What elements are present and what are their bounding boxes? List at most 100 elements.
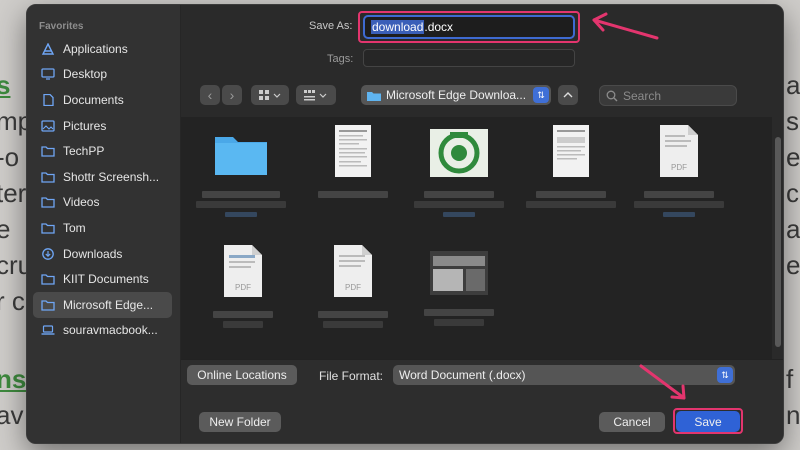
bg-text-fragment: f xyxy=(786,364,794,394)
cancel-button[interactable]: Cancel xyxy=(599,412,665,432)
bg-text-fragment: n xyxy=(786,400,800,430)
folder-icon xyxy=(41,196,55,209)
sidebar-item[interactable]: souravmacbook... xyxy=(33,318,172,344)
search-icon xyxy=(606,90,618,101)
file-item-image[interactable] xyxy=(409,251,509,326)
location-select[interactable]: Microsoft Edge Downloa... ⇅ xyxy=(361,85,551,105)
expand-collapse-button[interactable] xyxy=(558,85,578,105)
search-placeholder: Search xyxy=(623,88,662,103)
bg-text-fragment: e xyxy=(0,214,11,244)
pictures-icon xyxy=(41,119,55,132)
pdf-file-icon: PDF xyxy=(334,245,372,297)
sidebar-item[interactable]: TechPP xyxy=(33,138,172,164)
applications-icon xyxy=(41,42,55,55)
sidebar-item-label: Tom xyxy=(63,220,86,235)
location-label: Microsoft Edge Downloa... xyxy=(386,88,527,102)
svg-text:PDF: PDF xyxy=(235,283,251,292)
sidebar-item-label: Videos xyxy=(63,195,100,210)
file-item-pdf[interactable]: PDF xyxy=(303,245,403,328)
sidebar: Favorites Applications Desktop Documents Pi… xyxy=(27,5,181,443)
laptop-icon xyxy=(41,324,55,336)
forward-button[interactable]: › xyxy=(222,85,242,105)
sidebar-item[interactable]: Applications xyxy=(33,36,172,62)
sidebar-item[interactable]: KIIT Documents xyxy=(33,266,172,292)
icon-view-button[interactable] xyxy=(251,85,289,105)
file-item-pdf[interactable]: PDF xyxy=(193,245,293,328)
sidebar-heading: Favorites xyxy=(39,21,84,32)
folder-icon xyxy=(41,171,55,183)
annotation-highlight-box xyxy=(358,11,580,43)
bg-text-fragment: av xyxy=(0,400,24,430)
sidebar-item-label: TechPP xyxy=(63,144,105,159)
bg-text-fragment: a xyxy=(786,214,800,244)
select-stepper-icon: ⇅ xyxy=(717,367,733,383)
search-input[interactable]: Search xyxy=(599,85,737,106)
bg-text-fragment: e xyxy=(786,142,800,172)
pdf-file-icon: PDF xyxy=(660,125,698,177)
bg-text-fragment: ter xyxy=(0,178,27,208)
file-item-document[interactable] xyxy=(303,125,403,198)
folder-icon xyxy=(41,145,55,157)
sidebar-item[interactable]: Pictures xyxy=(33,113,172,139)
sidebar-item[interactable]: Microsoft Edge... xyxy=(33,291,172,318)
sidebar-item-label: Downloads xyxy=(63,246,123,261)
svg-text:PDF: PDF xyxy=(671,163,687,172)
sidebar-item[interactable]: Desktop xyxy=(33,62,172,88)
chevron-up-icon xyxy=(563,92,573,98)
sidebar-item-label: Applications xyxy=(63,41,128,56)
folder-icon xyxy=(41,273,55,285)
main-panel: Save As: download.docx Tags: ‹ › Microso… xyxy=(181,5,783,443)
bg-text-fragment: r c xyxy=(0,286,25,316)
sidebar-item-label: Desktop xyxy=(63,67,108,82)
tags-input[interactable] xyxy=(363,49,575,67)
bg-text-fragment: ns xyxy=(0,364,27,394)
folder-icon xyxy=(215,137,267,175)
document-thumbnail-icon xyxy=(335,125,371,177)
bg-text-fragment: c xyxy=(786,178,799,208)
file-format-select[interactable]: Word Document (.docx) ⇅ xyxy=(393,365,735,385)
file-item-pdf[interactable]: PDF xyxy=(629,125,729,217)
downloads-icon xyxy=(41,247,55,260)
bg-text-fragment: s xyxy=(0,70,11,100)
sidebar-item[interactable]: Documents xyxy=(33,87,172,113)
file-format-label: File Format: xyxy=(319,369,384,383)
back-button[interactable]: ‹ xyxy=(200,85,220,105)
sidebar-item-label: Microsoft Edge... xyxy=(63,297,154,312)
online-locations-button[interactable]: Online Locations xyxy=(187,365,297,385)
group-view-button[interactable] xyxy=(296,85,336,105)
sidebar-item-label: Documents xyxy=(63,92,124,107)
image-thumbnail-icon xyxy=(430,251,488,295)
save-dialog: Favorites Applications Desktop Documents Pi… xyxy=(26,4,784,444)
sidebar-item-label: Pictures xyxy=(63,118,107,133)
bottom-bar: Online Locations File Format: Word Docum… xyxy=(181,359,783,443)
document-icon xyxy=(41,93,55,107)
folder-icon xyxy=(367,91,381,101)
file-item-image[interactable] xyxy=(409,129,509,217)
bg-text-fragment: e xyxy=(786,250,800,280)
group-icon xyxy=(304,90,327,101)
image-thumbnail-icon xyxy=(430,129,488,177)
chevron-left-icon: ‹ xyxy=(207,87,213,103)
pdf-file-icon: PDF xyxy=(224,245,262,297)
chevron-right-icon: › xyxy=(229,87,235,103)
annotation-highlight-box xyxy=(673,408,743,434)
sidebar-item-label: souravmacbook... xyxy=(63,323,158,338)
folder-icon xyxy=(41,222,55,234)
file-format-value: Word Document (.docx) xyxy=(399,368,526,382)
sidebar-item[interactable]: Tom xyxy=(33,215,172,241)
sidebar-item[interactable]: Downloads xyxy=(33,241,172,267)
file-item-folder[interactable] xyxy=(191,129,291,217)
save-as-label: Save As: xyxy=(309,20,353,32)
scrollbar-thumb[interactable] xyxy=(775,137,781,347)
grid-view-icon xyxy=(259,90,281,100)
file-item-document[interactable] xyxy=(521,125,621,208)
svg-text:PDF: PDF xyxy=(345,283,361,292)
bg-text-fragment: -o xyxy=(0,142,20,172)
tags-label: Tags: xyxy=(327,53,354,65)
file-browser: PDF PDF PDF xyxy=(181,117,783,359)
new-folder-button[interactable]: New Folder xyxy=(199,412,281,432)
sidebar-item[interactable]: Videos xyxy=(33,190,172,216)
select-stepper-icon: ⇅ xyxy=(533,87,549,103)
sidebar-item[interactable]: Shottr Screensh... xyxy=(33,164,172,190)
sidebar-item-label: KIIT Documents xyxy=(63,272,149,287)
